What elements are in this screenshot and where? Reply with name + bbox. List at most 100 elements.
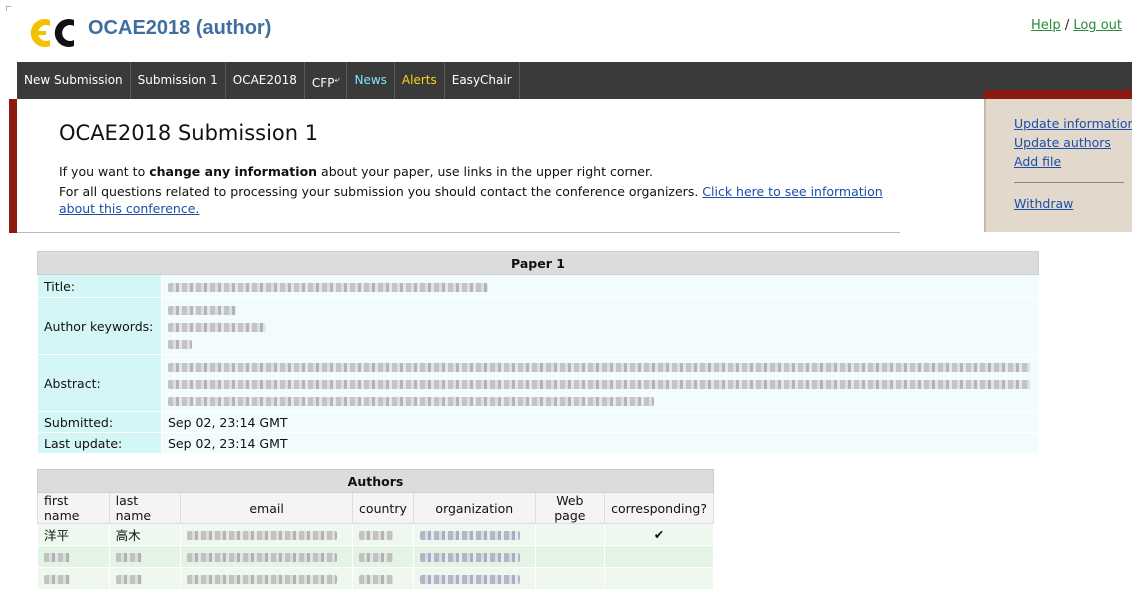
menu-news[interactable]: News bbox=[347, 62, 395, 99]
redacted-text bbox=[168, 362, 1030, 372]
author-organization-redacted bbox=[412, 523, 536, 546]
redacted-text bbox=[419, 553, 520, 562]
menu-new-submission[interactable]: New Submission bbox=[17, 62, 131, 99]
redacted-text bbox=[168, 396, 654, 406]
authors-header-row: first name last name email country organ… bbox=[37, 492, 714, 524]
paper-table: Paper 1 Title: Author keywords: Abstract… bbox=[37, 251, 1039, 454]
authors-table: Authors first name last name email count… bbox=[37, 469, 714, 590]
author-last-name: 高木 bbox=[108, 523, 182, 546]
left-accent-bar bbox=[9, 99, 17, 233]
info-line-2: For all questions related to processing … bbox=[59, 183, 889, 217]
easychair-logo bbox=[30, 19, 74, 47]
panel-divider bbox=[1014, 182, 1124, 183]
author-country-redacted bbox=[351, 523, 414, 546]
redacted-text bbox=[419, 531, 520, 540]
author-country-redacted bbox=[351, 545, 414, 568]
author-email-redacted bbox=[180, 523, 353, 546]
redacted-text bbox=[358, 531, 393, 540]
logout-link[interactable]: Log out bbox=[1073, 18, 1122, 33]
redacted-text bbox=[168, 322, 266, 332]
col-organization: organization bbox=[412, 492, 536, 524]
menu-alerts[interactable]: Alerts bbox=[395, 62, 445, 99]
menu-cfp[interactable]: CFP⤶ bbox=[305, 62, 348, 99]
add-file-link[interactable]: Add file bbox=[1014, 154, 1061, 169]
redacted-text bbox=[358, 575, 393, 584]
author-email-redacted bbox=[180, 567, 353, 590]
page-title: OCAE2018 Submission 1 bbox=[59, 121, 319, 145]
author-organization-redacted bbox=[412, 567, 536, 590]
table-row: 洋平 高木 ✔ bbox=[37, 523, 714, 546]
author-last-name-redacted bbox=[108, 545, 182, 568]
info1-suffix: about your paper, use links in the upper… bbox=[317, 164, 653, 179]
redacted-text bbox=[187, 531, 338, 540]
author-corresponding bbox=[604, 545, 714, 568]
abstract-label: Abstract: bbox=[37, 354, 162, 412]
col-corresponding: corresponding? bbox=[604, 492, 714, 524]
redacted-text bbox=[358, 553, 393, 562]
col-web-page: Web page bbox=[534, 492, 606, 524]
update-authors-link[interactable]: Update authors bbox=[1014, 135, 1111, 150]
menu-ocae2018[interactable]: OCAE2018 bbox=[226, 62, 305, 99]
author-web-page bbox=[534, 545, 606, 568]
author-last-name-redacted bbox=[108, 567, 182, 590]
title-value-redacted bbox=[161, 274, 1039, 298]
info-line-1: If you want to change any information ab… bbox=[59, 164, 653, 179]
last-update-label: Last update: bbox=[37, 432, 162, 454]
author-organization-redacted bbox=[412, 545, 536, 568]
redacted-text bbox=[44, 575, 70, 584]
table-row: Author keywords: bbox=[37, 297, 1039, 355]
author-web-page bbox=[534, 567, 606, 590]
authors-table-caption: Authors bbox=[37, 469, 714, 493]
redacted-text bbox=[168, 379, 1030, 389]
redacted-text bbox=[115, 553, 142, 562]
info1-bold: change any information bbox=[149, 164, 318, 179]
col-email: email bbox=[180, 492, 353, 524]
menu-submission-1[interactable]: Submission 1 bbox=[131, 62, 226, 99]
redacted-text bbox=[168, 282, 488, 292]
keywords-label: Author keywords: bbox=[37, 297, 162, 355]
app-title: OCAE2018 (author) bbox=[88, 17, 272, 39]
withdraw-link[interactable]: Withdraw bbox=[1014, 196, 1073, 211]
info2-text: For all questions related to processing … bbox=[59, 184, 703, 199]
info1-prefix: If you want to bbox=[59, 164, 150, 179]
corresponding-check-icon: ✔ bbox=[604, 523, 714, 546]
keywords-value-redacted bbox=[161, 297, 1039, 355]
menu-easychair[interactable]: EasyChair bbox=[445, 62, 520, 99]
table-row: Last update: Sep 02, 23:14 GMT bbox=[37, 432, 1039, 454]
submitted-value: Sep 02, 23:14 GMT bbox=[161, 411, 1039, 433]
table-row: Submitted: Sep 02, 23:14 GMT bbox=[37, 411, 1039, 433]
author-corresponding bbox=[604, 567, 714, 590]
redacted-text bbox=[187, 575, 338, 584]
submitted-label: Submitted: bbox=[37, 411, 162, 433]
col-country: country bbox=[351, 492, 414, 524]
menu-bar: New Submission Submission 1 OCAE2018 CFP… bbox=[17, 62, 1132, 99]
intro-section: OCAE2018 Submission 1 If you want to cha… bbox=[17, 99, 900, 233]
table-row bbox=[37, 567, 714, 590]
paper-table-caption: Paper 1 bbox=[37, 251, 1039, 275]
author-web-page bbox=[534, 523, 606, 546]
table-row: Abstract: bbox=[37, 354, 1039, 412]
return-arrow-icon: ⤶ bbox=[334, 75, 340, 85]
redacted-text bbox=[115, 575, 142, 584]
update-information-link[interactable]: Update information bbox=[1014, 116, 1132, 131]
author-first-name: 洋平 bbox=[37, 523, 110, 546]
link-separator: / bbox=[1064, 18, 1070, 33]
author-email-redacted bbox=[180, 545, 353, 568]
table-row bbox=[37, 545, 714, 568]
col-first-name: first name bbox=[37, 492, 110, 524]
table-row: Title: bbox=[37, 274, 1039, 298]
redacted-text bbox=[44, 553, 70, 562]
author-first-name-redacted bbox=[37, 567, 110, 590]
redacted-text bbox=[419, 575, 520, 584]
author-country-redacted bbox=[351, 567, 414, 590]
redacted-text bbox=[168, 339, 192, 349]
title-label: Title: bbox=[37, 274, 162, 298]
top-links: Help / Log out bbox=[1031, 18, 1122, 33]
menu-cfp-label: CFP bbox=[311, 76, 335, 90]
right-accent-bar bbox=[984, 90, 1132, 99]
last-update-value: Sep 02, 23:14 GMT bbox=[161, 432, 1039, 454]
right-action-panel: Update information Update authors Add fi… bbox=[984, 99, 1132, 232]
col-last-name: last name bbox=[108, 492, 182, 524]
help-link[interactable]: Help bbox=[1031, 18, 1061, 33]
abstract-value-redacted bbox=[161, 354, 1039, 412]
